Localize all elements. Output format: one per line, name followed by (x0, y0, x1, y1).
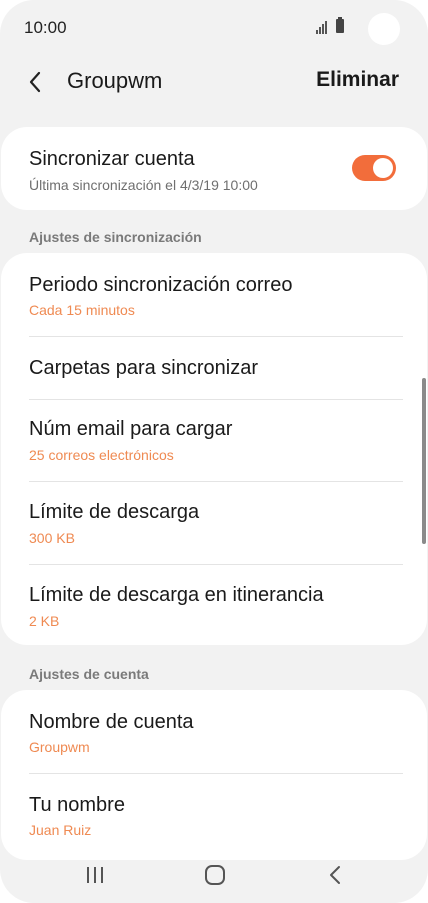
sync-account-title: Sincronizar cuenta (29, 148, 195, 170)
page-title: Groupwm (67, 68, 163, 93)
app-bar: Groupwm Eliminar (0, 56, 428, 106)
delete-button[interactable]: Eliminar (316, 68, 399, 92)
list-item-title: Tu nombre (29, 794, 125, 816)
list-item-download-limit[interactable]: Límite de descarga 300 KB (29, 482, 403, 564)
last-sync-text: Última sincronización el 4/3/19 10:00 (29, 177, 258, 193)
nav-back-icon (330, 866, 340, 884)
list-item-your-name[interactable]: Tu nombre Juan Ruiz (29, 774, 403, 854)
scrollbar[interactable] (422, 378, 426, 544)
list-item-sync-period[interactable]: Periodo sincronización correo Cada 15 mi… (29, 253, 403, 336)
home-button[interactable] (195, 858, 235, 892)
sync-account-row[interactable]: Sincronizar cuenta Última sincronización… (29, 127, 403, 210)
list-item-roaming-download-limit[interactable]: Límite de descarga en itinerancia 2 KB (29, 565, 403, 645)
navigation-bar (0, 846, 428, 903)
list-item-title: Límite de descarga en itinerancia (29, 584, 324, 606)
list-item-title: Carpetas para sincronizar (29, 357, 258, 379)
section-header-sync-settings: Ajustes de sincronización (29, 229, 202, 245)
list-item-title: Núm email para cargar (29, 418, 233, 440)
list-item-title: Límite de descarga (29, 501, 200, 523)
list-item-title: Periodo sincronización correo (29, 274, 293, 296)
nav-back-button[interactable] (315, 858, 355, 892)
back-button[interactable] (22, 64, 52, 98)
account-settings-card: Nombre de cuenta Groupwm Tu nombre Juan … (1, 690, 427, 860)
list-item-value: 2 KB (29, 613, 60, 629)
sync-account-toggle[interactable] (352, 155, 396, 181)
signal-icon (316, 20, 329, 34)
list-item-title: Nombre de cuenta (29, 711, 194, 733)
list-item-account-name[interactable]: Nombre de cuenta Groupwm (29, 690, 403, 773)
camera-cutout (368, 13, 400, 45)
list-item-sync-folders[interactable]: Carpetas para sincronizar (29, 337, 403, 399)
status-bar: 10:00 (0, 0, 428, 56)
phone-screen: 10:00 Groupwm Eliminar Sincronizar cuent… (0, 0, 428, 903)
recent-apps-icon (87, 867, 103, 883)
list-item-value: Groupwm (29, 739, 90, 755)
list-item-emails-to-load[interactable]: Núm email para cargar 25 correos electró… (29, 400, 403, 481)
recent-apps-button[interactable] (75, 858, 115, 892)
list-item-value: Cada 15 minutos (29, 302, 135, 318)
battery-icon (336, 17, 344, 33)
list-item-value: 25 correos electrónicos (29, 447, 174, 463)
list-item-value: Juan Ruiz (29, 822, 92, 838)
sync-settings-card: Periodo sincronización correo Cada 15 mi… (1, 253, 427, 645)
sync-account-card: Sincronizar cuenta Última sincronización… (1, 127, 427, 210)
back-arrow-icon (29, 71, 41, 93)
list-item-value: 300 KB (29, 530, 75, 546)
toggle-knob (373, 158, 393, 178)
home-icon (205, 865, 225, 885)
status-time: 10:00 (24, 18, 67, 37)
section-header-account-settings: Ajustes de cuenta (29, 666, 149, 682)
